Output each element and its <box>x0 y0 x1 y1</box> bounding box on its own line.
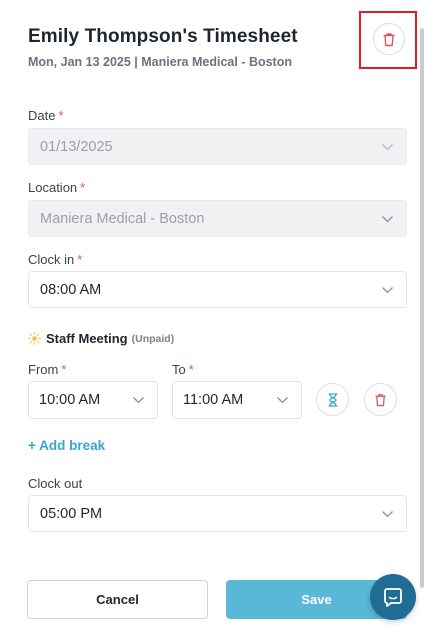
sun-icon <box>28 332 41 345</box>
location-field[interactable]: Maniera Medical - Boston <box>28 200 407 237</box>
chevron-down-icon <box>382 511 393 518</box>
clock-in-select[interactable]: 08:00 AM <box>28 271 407 308</box>
chat-icon <box>384 588 402 607</box>
date-label: Date * <box>28 108 64 123</box>
break-name: Staff Meeting <box>46 331 128 346</box>
location-label: Location * <box>28 180 85 195</box>
scrollbar[interactable] <box>418 0 426 620</box>
from-label-text: From <box>28 362 59 377</box>
hourglass-icon <box>327 392 338 407</box>
chevron-down-icon <box>277 397 288 404</box>
chevron-down-icon <box>382 287 393 294</box>
location-value: Maniera Medical - Boston <box>40 210 205 227</box>
date-field[interactable]: 01/13/2025 <box>28 128 407 165</box>
chevron-down-icon <box>382 144 393 151</box>
clock-out-label: Clock out <box>28 476 82 491</box>
clock-in-label: Clock in * <box>28 252 82 267</box>
clock-in-value: 08:00 AM <box>40 281 102 298</box>
break-to-select[interactable]: 11:00 AM <box>172 381 302 419</box>
timesheet-header: Emily Thompson's Timesheet Mon, Jan 13 2… <box>28 26 298 69</box>
chevron-down-icon <box>382 216 393 223</box>
page-subtitle: Mon, Jan 13 2025 | Maniera Medical - Bos… <box>28 55 292 69</box>
date-label-text: Date <box>28 108 56 123</box>
remove-break-button[interactable] <box>364 383 397 416</box>
clock-out-value: 05:00 PM <box>40 505 103 522</box>
clock-out-label-text: Clock out <box>28 476 83 491</box>
trash-icon <box>375 393 386 406</box>
required-mark: * <box>61 362 67 377</box>
add-break-link[interactable]: + Add break <box>28 438 105 453</box>
clock-out-select[interactable]: 05:00 PM <box>28 495 407 532</box>
required-mark: * <box>77 252 83 267</box>
break-to-value: 11:00 AM <box>183 392 244 408</box>
break-from-select[interactable]: 10:00 AM <box>28 381 158 419</box>
chat-launcher-button[interactable] <box>370 574 416 620</box>
to-label-text: To <box>172 362 186 377</box>
required-mark: * <box>58 108 64 123</box>
break-duration-button[interactable] <box>316 383 349 416</box>
date-value: 01/13/2025 <box>40 138 113 155</box>
break-heading: Staff Meeting (Unpaid) <box>28 331 174 346</box>
page-title: Emily Thompson's Timesheet <box>28 26 298 47</box>
required-mark: * <box>188 362 194 377</box>
clock-in-label-text: Clock in <box>28 252 75 267</box>
chevron-down-icon <box>133 397 144 404</box>
from-label: From * <box>28 362 66 377</box>
break-from-value: 10:00 AM <box>39 392 101 408</box>
to-label: To * <box>172 362 194 377</box>
cancel-button[interactable]: Cancel <box>27 580 208 619</box>
break-type: (Unpaid) <box>131 332 175 345</box>
scrollbar-thumb[interactable] <box>420 28 424 588</box>
trash-icon <box>383 32 395 46</box>
required-mark: * <box>80 180 86 195</box>
delete-timesheet-button[interactable] <box>373 23 405 55</box>
location-label-text: Location <box>28 180 78 195</box>
